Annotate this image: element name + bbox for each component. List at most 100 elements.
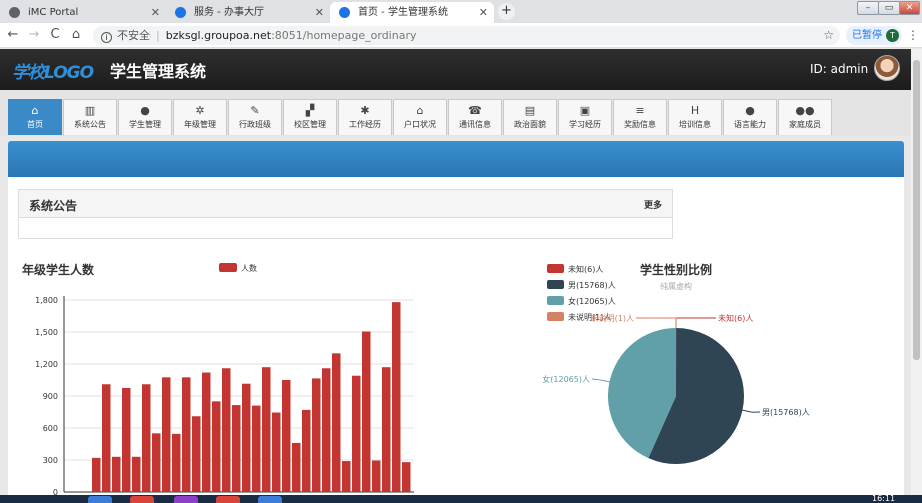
taskbar-app-icon[interactable] bbox=[88, 496, 112, 503]
bar-24[interactable] bbox=[322, 368, 331, 492]
edit-icon: ✎ bbox=[250, 104, 260, 117]
nav-tab-11[interactable]: ▣ 学习经历 bbox=[558, 99, 612, 135]
bookmark-star-icon[interactable]: ☆ bbox=[823, 26, 834, 45]
nav-tab-6[interactable]: ▞ 校区管理 bbox=[283, 99, 337, 135]
user-id[interactable]: ID: admin bbox=[810, 62, 868, 76]
home-icon: ⌂ bbox=[31, 104, 39, 117]
bar-13[interactable] bbox=[212, 401, 221, 492]
bar-6[interactable] bbox=[142, 384, 151, 492]
bar-25[interactable] bbox=[332, 353, 341, 492]
bar-29[interactable] bbox=[372, 460, 381, 492]
tab-title: 首页 - 学生管理系统 bbox=[358, 7, 448, 18]
taskbar-app-icon[interactable] bbox=[216, 496, 240, 503]
bar-14[interactable] bbox=[222, 368, 231, 492]
taskbar-app-icon[interactable] bbox=[258, 496, 282, 503]
system-title: 学生管理系统 bbox=[110, 62, 207, 81]
user-avatar[interactable] bbox=[874, 55, 900, 81]
close-icon[interactable]: ✕ bbox=[479, 2, 488, 23]
bar-3[interactable] bbox=[112, 456, 121, 492]
nav-tab-4[interactable]: ✲ 年级管理 bbox=[173, 99, 227, 135]
bar-12[interactable] bbox=[202, 372, 211, 492]
bar-9[interactable] bbox=[172, 433, 181, 492]
paused-label: 已暂停 bbox=[852, 30, 882, 41]
new-tab-button[interactable]: + bbox=[498, 3, 515, 20]
nav-tab-label: 语言能力 bbox=[734, 120, 766, 129]
list-icon: ≡ bbox=[635, 104, 645, 117]
close-icon[interactable]: ✕ bbox=[151, 2, 160, 23]
scrollbar-thumb[interactable] bbox=[913, 60, 920, 360]
bar-26[interactable] bbox=[342, 461, 351, 492]
nav-tab-7[interactable]: ✱ 工作经历 bbox=[338, 99, 392, 135]
bar-4[interactable] bbox=[122, 388, 131, 492]
legend-swatch[interactable] bbox=[547, 312, 564, 321]
bar-19[interactable] bbox=[272, 412, 281, 492]
bar-18[interactable] bbox=[262, 367, 271, 492]
nav-tab-1[interactable]: ⌂ 首页 bbox=[8, 99, 62, 135]
maximize-button[interactable]: ▭ bbox=[878, 1, 900, 15]
bar-23[interactable] bbox=[312, 378, 321, 492]
bar-5[interactable] bbox=[132, 456, 141, 492]
bar-27[interactable] bbox=[352, 375, 361, 492]
nav-tab-label: 行政班级 bbox=[239, 120, 271, 129]
browser-tab-imc[interactable]: iMC Portal ✕ bbox=[0, 2, 166, 23]
nav-tab-label: 学习经历 bbox=[569, 120, 601, 129]
bar-30[interactable] bbox=[382, 367, 391, 492]
url-input[interactable]: i 不安全 | bzksgl.groupoa.net:8051/homepage_or… bbox=[93, 26, 840, 45]
taskbar-app-icon[interactable] bbox=[130, 496, 154, 503]
bar-28[interactable] bbox=[362, 331, 371, 492]
home-icon[interactable]: ⌂ bbox=[68, 27, 84, 42]
profile-paused-button[interactable]: 已暂停 T bbox=[846, 26, 902, 45]
bar-2[interactable] bbox=[102, 384, 111, 492]
legend-swatch[interactable] bbox=[547, 296, 564, 305]
bar-1[interactable] bbox=[92, 457, 101, 492]
legend-label: 未知(6)人 bbox=[568, 264, 603, 274]
info-icon[interactable]: i bbox=[101, 32, 112, 43]
back-arrow-icon[interactable]: ← bbox=[5, 27, 21, 42]
nav-tab-14[interactable]: ● 语言能力 bbox=[723, 99, 777, 135]
tab-title: 服务 - 办事大厅 bbox=[194, 7, 264, 18]
nav-tab-label: 校区管理 bbox=[294, 120, 326, 129]
browser-tab-homepage[interactable]: 首页 - 学生管理系统 ✕ bbox=[330, 2, 494, 23]
nav-tab-9[interactable]: ☎ 通讯信息 bbox=[448, 99, 502, 135]
y-tick-label: 300 bbox=[43, 456, 58, 465]
minimize-button[interactable]: – bbox=[857, 1, 879, 15]
bar-8[interactable] bbox=[162, 377, 171, 492]
more-menu-icon[interactable]: ⋮ bbox=[907, 28, 919, 42]
notice-more-link[interactable]: 更多 bbox=[644, 198, 662, 211]
bar-15[interactable] bbox=[232, 405, 241, 492]
bar-16[interactable] bbox=[242, 383, 251, 492]
nav-tab-2[interactable]: ▥ 系统公告 bbox=[63, 99, 117, 135]
y-tick-label: 1,200 bbox=[35, 360, 58, 369]
legend-swatch[interactable] bbox=[547, 264, 564, 273]
chart-title: 学生性别比例 bbox=[640, 262, 712, 277]
bar-20[interactable] bbox=[282, 380, 291, 492]
nav-tab-15[interactable]: ●● 家庭成员 bbox=[778, 99, 832, 135]
bar-22[interactable] bbox=[302, 409, 311, 492]
taskbar-app-icon[interactable] bbox=[174, 496, 198, 503]
nav-tab-5[interactable]: ✎ 行政班级 bbox=[228, 99, 282, 135]
bar-21[interactable] bbox=[292, 442, 301, 492]
school-logo[interactable]: 学校LOGO bbox=[12, 58, 94, 83]
bar-7[interactable] bbox=[152, 433, 161, 492]
bar-11[interactable] bbox=[192, 416, 201, 492]
nav-tab-13[interactable]: H 培训信息 bbox=[668, 99, 722, 135]
reload-icon[interactable]: C bbox=[47, 27, 63, 42]
legend-swatch[interactable] bbox=[547, 280, 564, 289]
bar-17[interactable] bbox=[252, 405, 261, 492]
nav-tab-label: 奖励信息 bbox=[624, 120, 656, 129]
student-gender-pie-chart: 未知(6)人男(15768)人女(12065)人未说明(1)人学生性别比例纯属虚… bbox=[542, 262, 810, 464]
forward-arrow-icon[interactable]: → bbox=[26, 27, 42, 42]
nav-tab-3[interactable]: ● 学生管理 bbox=[118, 99, 172, 135]
close-icon[interactable]: ✕ bbox=[315, 2, 324, 23]
nav-tab-12[interactable]: ≡ 奖励信息 bbox=[613, 99, 667, 135]
separator: | bbox=[156, 29, 160, 42]
comment-icon: ● bbox=[745, 104, 755, 117]
legend-swatch[interactable] bbox=[219, 263, 237, 272]
bar-10[interactable] bbox=[182, 377, 191, 492]
browser-tab-service[interactable]: 服务 - 办事大厅 ✕ bbox=[166, 2, 330, 23]
bar-31[interactable] bbox=[392, 302, 401, 492]
nav-tab-10[interactable]: ▤ 政治面貌 bbox=[503, 99, 557, 135]
close-window-button[interactable]: ✕ bbox=[899, 1, 920, 15]
nav-tab-8[interactable]: ⌂ 户口状况 bbox=[393, 99, 447, 135]
bar-32[interactable] bbox=[402, 462, 411, 492]
